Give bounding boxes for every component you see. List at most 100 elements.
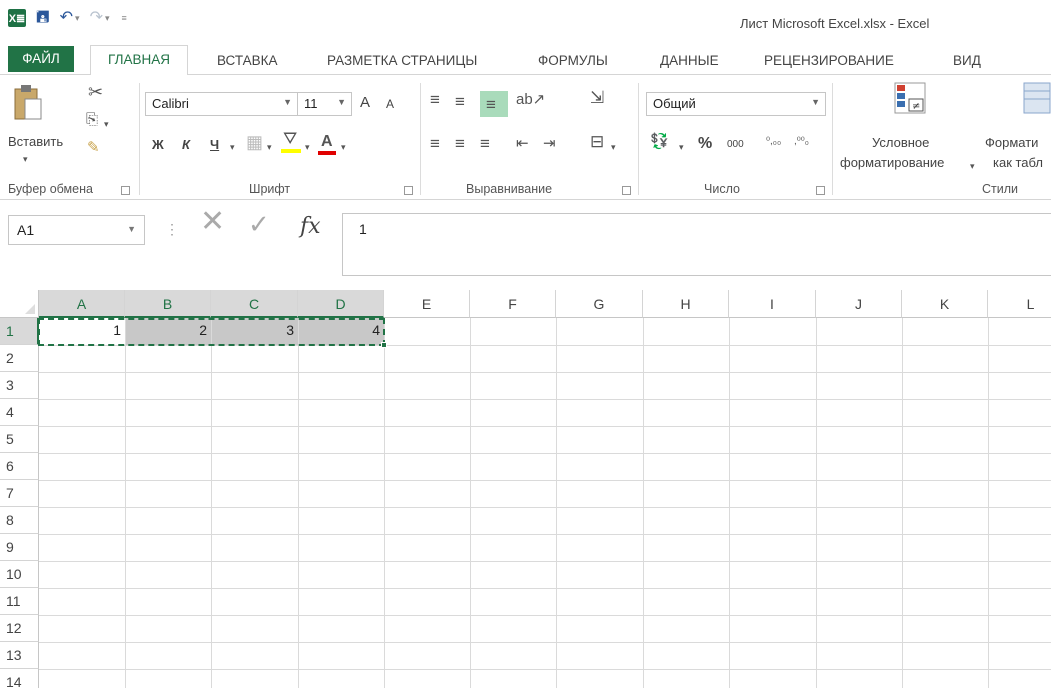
number-format-select[interactable]: Общий ▼ [646, 92, 826, 116]
copy-dropdown-icon[interactable]: ▾ [104, 115, 109, 133]
increase-decimal-icon[interactable]: ⁰,₀₀ [766, 133, 781, 151]
tab-view[interactable]: ВИД [953, 48, 981, 75]
formula-input[interactable]: 1 [342, 213, 1051, 276]
paste-button[interactable]: Вставить [8, 134, 63, 149]
cancel-icon[interactable]: ✕ [200, 207, 225, 237]
format-as-table-icon[interactable] [1022, 81, 1051, 119]
paste-icon[interactable] [12, 83, 44, 123]
merge-center-icon[interactable]: ⊟ [590, 133, 604, 151]
undo-icon[interactable]: ↶ [60, 9, 73, 27]
name-box[interactable]: A1 ▼ [8, 215, 145, 245]
font-color-button[interactable]: A [321, 133, 333, 151]
column-header-b[interactable]: B [125, 290, 211, 318]
customize-qat-icon[interactable]: ≡ [122, 13, 127, 23]
italic-button[interactable]: К [182, 137, 190, 152]
row-header-2[interactable]: 2 [0, 345, 39, 372]
column-header-i[interactable]: I [729, 290, 816, 318]
alignment-launcher-icon[interactable] [622, 186, 631, 195]
format-painter-icon[interactable]: ✎ [87, 139, 100, 157]
decrease-decimal-icon[interactable]: ,⁰⁰₀ [794, 133, 809, 151]
conditional-formatting-icon[interactable]: ≠ [893, 81, 927, 119]
redo-icon[interactable]: ↷ [90, 9, 103, 27]
font-size-select[interactable]: 11 ▼ [297, 92, 352, 116]
tab-home[interactable]: ГЛАВНАЯ [90, 45, 188, 76]
row-header-6[interactable]: 6 [0, 453, 39, 480]
percent-button[interactable]: % [698, 135, 712, 153]
row-header-12[interactable]: 12 [0, 615, 39, 642]
format-as-table-line1[interactable]: Формати [985, 135, 1038, 150]
paste-dropdown-icon[interactable]: ▾ [23, 150, 28, 168]
row-header-5[interactable]: 5 [0, 426, 39, 453]
decrease-indent-icon[interactable]: ⇤ [516, 135, 529, 153]
copy-icon[interactable]: ⎘ [86, 111, 98, 129]
row-header-8[interactable]: 8 [0, 507, 39, 534]
underline-dropdown-icon[interactable]: ▾ [230, 138, 235, 156]
save-icon[interactable]: 🖪 [36, 9, 50, 27]
format-as-table-line2[interactable]: как табл [993, 155, 1043, 170]
tab-data[interactable]: ДАННЫЕ [660, 48, 719, 75]
column-header-h[interactable]: H [643, 290, 729, 318]
shrink-font-button[interactable]: A [386, 97, 394, 111]
conditional-formatting-dropdown-icon[interactable]: ▾ [970, 157, 975, 175]
tab-review[interactable]: РЕЦЕНЗИРОВАНИЕ [764, 48, 894, 75]
clipboard-launcher-icon[interactable] [121, 186, 130, 195]
grow-font-button[interactable]: A [360, 94, 370, 111]
tab-insert[interactable]: ВСТАВКА [217, 48, 278, 75]
orientation-icon[interactable]: ab↗ [516, 91, 545, 109]
underline-button[interactable]: Ч [210, 137, 219, 152]
column-header-e[interactable]: E [384, 290, 470, 318]
align-left-icon[interactable]: ≡ [430, 135, 440, 153]
merge-dropdown-icon[interactable]: ▾ [611, 138, 616, 156]
column-header-a[interactable]: A [39, 290, 125, 318]
increase-indent-icon[interactable]: ⇥ [543, 135, 556, 153]
wrap-text-icon[interactable]: ⇲ [590, 89, 604, 107]
enter-icon[interactable]: ✓ [248, 211, 270, 237]
row-header-4[interactable]: 4 [0, 399, 39, 426]
column-header-l[interactable]: L [988, 290, 1051, 318]
tab-formulas[interactable]: ФОРМУЛЫ [538, 48, 608, 75]
row-header-3[interactable]: 3 [0, 372, 39, 399]
currency-icon[interactable]: 💱 [650, 133, 669, 151]
font-launcher-icon[interactable] [404, 186, 413, 195]
align-bottom-button[interactable]: ≡ [480, 91, 508, 117]
thousands-button[interactable]: 000 [727, 139, 744, 150]
number-launcher-icon[interactable] [816, 186, 825, 195]
conditional-formatting-line2[interactable]: форматирование [840, 155, 944, 170]
row-header-14[interactable]: 14 [0, 669, 39, 688]
fill-dropdown-icon[interactable]: ▾ [305, 138, 310, 156]
font-color-dropdown-icon[interactable]: ▾ [341, 138, 346, 156]
row-header-7[interactable]: 7 [0, 480, 39, 507]
currency-dropdown-icon[interactable]: ▾ [679, 138, 684, 156]
conditional-formatting-line1[interactable]: Условное [872, 135, 929, 150]
more-options-icon[interactable]: ⋮ [165, 220, 179, 238]
column-header-j[interactable]: J [816, 290, 902, 318]
tab-page-layout[interactable]: РАЗМЕТКА СТРАНИЦЫ [327, 48, 477, 75]
undo-dropdown-icon[interactable]: ▾ [75, 13, 80, 24]
align-middle-icon[interactable]: ≡ [455, 93, 465, 111]
align-top-icon[interactable]: ≡ [430, 91, 440, 109]
redo-dropdown-icon[interactable]: ▾ [105, 13, 110, 24]
row-header-9[interactable]: 9 [0, 534, 39, 561]
row-header-1[interactable]: 1 [0, 318, 39, 345]
select-all-button[interactable] [0, 290, 39, 318]
font-name-select[interactable]: Calibri ▼ [145, 92, 298, 116]
bold-button[interactable]: Ж [152, 137, 164, 152]
column-header-g[interactable]: G [556, 290, 643, 318]
tab-file[interactable]: ФАЙЛ [8, 46, 74, 72]
borders-dropdown-icon[interactable]: ▾ [267, 138, 272, 156]
column-header-d[interactable]: D [298, 290, 384, 318]
borders-icon[interactable]: ▦ [246, 133, 263, 151]
row-header-11[interactable]: 11 [0, 588, 39, 615]
column-header-k[interactable]: K [902, 290, 988, 318]
fill-handle[interactable] [381, 342, 387, 348]
column-header-c[interactable]: C [211, 290, 298, 318]
column-header-f[interactable]: F [470, 290, 556, 318]
row-header-10[interactable]: 10 [0, 561, 39, 588]
insert-function-button[interactable]: fx [300, 214, 321, 239]
align-center-icon[interactable]: ≡ [455, 135, 465, 153]
fill-color-icon[interactable]: ⛛ [283, 130, 297, 148]
row-header-13[interactable]: 13 [0, 642, 39, 669]
align-right-icon[interactable]: ≡ [480, 135, 490, 153]
cut-icon[interactable]: ✂ [88, 83, 103, 101]
worksheet-grid[interactable]: A B C D E F G H I J K L 1 2 3 4 5 6 7 8 … [0, 290, 1051, 688]
